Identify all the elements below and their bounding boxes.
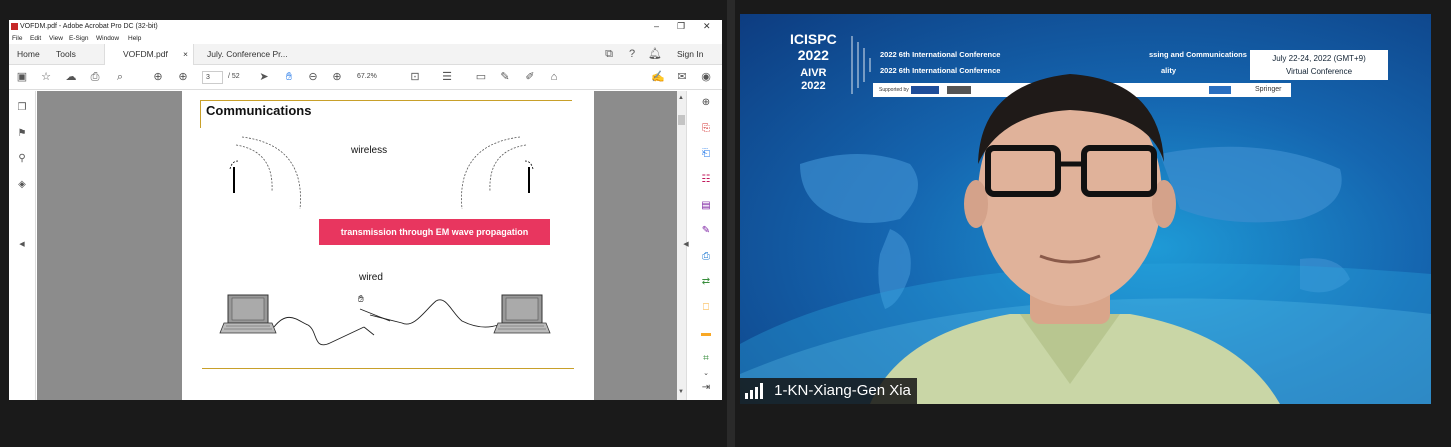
toolbar: ▣ ☆ ☁ ⎙ ⌕ ⊕ ⊕ 3 / 52 ➤ ✋︎ ⊖ ⊕ 67.2% ⊡ ☰ … bbox=[9, 65, 722, 90]
fill-sign-tool-icon[interactable]: ✎ bbox=[699, 224, 713, 238]
acrobat-window: VOFDM.pdf - Adobe Acrobat Pro DC (32-bit… bbox=[9, 20, 722, 400]
print-icon[interactable]: ⎙ bbox=[87, 69, 103, 85]
slide-title-rule bbox=[200, 100, 201, 128]
more-tools-icon[interactable]: ⌄ bbox=[699, 367, 713, 381]
page-total: / 52 bbox=[228, 73, 240, 80]
highlight-pen-icon[interactable]: ✎ bbox=[497, 69, 513, 85]
logo-aivr: AIVR bbox=[800, 67, 827, 80]
edit-pdf-icon[interactable]: ▤ bbox=[699, 199, 713, 213]
expand-pane-icon[interactable]: ⇥ bbox=[699, 381, 713, 395]
restore-icon[interactable]: ❐ bbox=[677, 21, 685, 32]
slide-title: Communications bbox=[206, 103, 312, 118]
email-icon[interactable]: ✉ bbox=[674, 69, 690, 85]
video-tile: ICISPC 2022 AIVR 2022 2022 6th Internati… bbox=[740, 14, 1431, 404]
zoom-out-icon[interactable]: ⊖ bbox=[305, 69, 321, 85]
hand-tool-icon[interactable]: ✋︎ bbox=[281, 69, 297, 85]
em-wave-banner: transmission through EM wave propagation bbox=[319, 219, 550, 245]
menu-view[interactable]: View bbox=[49, 35, 63, 42]
collapse-right-icon[interactable]: ◀ bbox=[679, 238, 693, 252]
wireless-label: wireless bbox=[351, 145, 388, 156]
pdf-page: Communications wireless transmission thr… bbox=[182, 91, 594, 400]
upload-cloud-icon[interactable]: ☁ bbox=[63, 69, 79, 85]
collapse-left-icon[interactable]: ◀ bbox=[15, 238, 29, 252]
tab-vofdm[interactable]: VOFDM.pdf × bbox=[104, 44, 194, 65]
protect-icon[interactable]: ⎕ bbox=[699, 301, 713, 315]
tools-pane: ◀ ⊕ ⎘ ⎗ ☷ ▤ ✎ ⎙ ⇄ ⎕ ▬ ⌗ ⌄ ⇥ bbox=[683, 91, 722, 400]
left-laptop-icon bbox=[219, 294, 277, 334]
sign-in-button[interactable]: Sign In bbox=[677, 44, 703, 65]
create-pdf-icon[interactable]: ⎗ bbox=[699, 147, 713, 161]
send-sign-icon[interactable]: ⎙ bbox=[699, 250, 713, 264]
scroll-mode-icon[interactable]: ☰ bbox=[439, 69, 455, 85]
wired-diagram bbox=[219, 294, 551, 346]
organize-pages-icon[interactable]: ☷ bbox=[699, 173, 713, 187]
page-fit-icon[interactable]: ⊡ bbox=[407, 69, 423, 85]
document-area[interactable]: Communications wireless transmission thr… bbox=[37, 91, 677, 400]
page-thumbnails-icon[interactable]: ❐ bbox=[15, 101, 29, 115]
zoom-level-dropdown[interactable]: 67.2% bbox=[354, 71, 394, 84]
attachments-icon[interactable]: ⚲ bbox=[15, 152, 29, 166]
search-icon[interactable]: ⌕ bbox=[112, 69, 128, 85]
next-page-icon[interactable]: ⊕ bbox=[175, 69, 191, 85]
right-antenna-icon bbox=[461, 136, 534, 210]
scroll-up-icon[interactable]: ▲ bbox=[678, 95, 684, 101]
bookmarks-icon[interactable]: ⚑ bbox=[15, 127, 29, 141]
tab-tools[interactable]: Tools bbox=[56, 44, 76, 65]
acrobat-logo-icon bbox=[11, 23, 18, 30]
stamp-icon[interactable]: ⌂ bbox=[546, 69, 562, 85]
zoom-in-icon[interactable]: ⊕ bbox=[329, 69, 345, 85]
share-screen-icon[interactable]: ⧉ bbox=[601, 46, 617, 62]
menu-window[interactable]: Window bbox=[96, 35, 119, 42]
tab-vofdm-label: VOFDM.pdf bbox=[123, 49, 168, 59]
bookmark-star-icon[interactable]: ☆ bbox=[38, 69, 54, 85]
tab-close-icon[interactable]: × bbox=[183, 44, 188, 65]
select-cursor-icon[interactable]: ➤ bbox=[256, 69, 272, 85]
draw-icon[interactable]: ✐ bbox=[522, 69, 538, 85]
signal-strength-icon bbox=[745, 383, 763, 400]
left-navigation-rail: ❐ ⚑ ⚲ ◈ ◀ bbox=[9, 91, 36, 400]
close-icon[interactable]: ✕ bbox=[703, 21, 711, 32]
logo-year-2: 2022 bbox=[801, 79, 826, 92]
title-bar: VOFDM.pdf - Adobe Acrobat Pro DC (32-bit… bbox=[9, 20, 722, 34]
tab-home[interactable]: Home bbox=[17, 44, 40, 65]
layers-icon[interactable]: ◈ bbox=[15, 178, 29, 192]
wired-label: wired bbox=[359, 272, 383, 283]
tab-bar: Home Tools VOFDM.pdf × July. Conference … bbox=[9, 44, 722, 65]
scroll-down-icon[interactable]: ▼ bbox=[678, 389, 684, 395]
split-divider[interactable] bbox=[727, 0, 735, 447]
zoom-tool-icon[interactable]: ⊕ bbox=[699, 96, 713, 110]
comment-icon[interactable]: ▭ bbox=[473, 69, 489, 85]
conference-logo: ICISPC 2022 AIVR 2022 bbox=[790, 31, 837, 92]
compare-files-icon[interactable]: ⇄ bbox=[699, 275, 713, 289]
left-antenna-icon bbox=[229, 136, 301, 210]
slide-bottom-rule bbox=[202, 368, 574, 369]
menu-file[interactable]: File bbox=[12, 35, 22, 42]
menu-esign[interactable]: E-Sign bbox=[69, 35, 89, 42]
logo-icispc: ICISPC bbox=[790, 31, 837, 47]
window-title: VOFDM.pdf - Adobe Acrobat Pro DC (32-bit… bbox=[20, 23, 158, 30]
account-icon[interactable]: ◉ bbox=[698, 69, 714, 85]
minimize-icon[interactable]: – bbox=[654, 21, 659, 31]
page-number-input[interactable]: 3 bbox=[202, 71, 223, 84]
menu-bar: File Edit View E-Sign Window Help bbox=[9, 34, 722, 44]
comment-tool-icon[interactable]: ▬ bbox=[699, 327, 713, 341]
scroll-thumb[interactable] bbox=[678, 115, 685, 125]
export-pdf-icon[interactable]: ⎘ bbox=[699, 122, 713, 136]
slide-top-rule bbox=[200, 100, 572, 101]
previous-page-icon[interactable]: ⊕ bbox=[150, 69, 166, 85]
logo-year-1: 2022 bbox=[797, 47, 829, 64]
menu-edit[interactable]: Edit bbox=[30, 35, 41, 42]
fill-sign-icon[interactable]: ✍ bbox=[650, 69, 666, 85]
help-icon[interactable]: ? bbox=[624, 46, 640, 62]
menu-help[interactable]: Help bbox=[128, 35, 141, 42]
participant-name: 1-KN-Xiang-Gen Xia bbox=[774, 382, 911, 399]
right-laptop-icon bbox=[493, 294, 551, 334]
save-icon[interactable]: ▣ bbox=[14, 69, 30, 85]
scan-ocr-icon[interactable]: ⌗ bbox=[699, 352, 713, 366]
speaker-figure bbox=[870, 74, 1280, 404]
tab-conference[interactable]: July. Conference Pr... bbox=[207, 44, 288, 65]
participant-name-bar: 1-KN-Xiang-Gen Xia bbox=[740, 378, 917, 404]
notification-bell-icon[interactable]: 🔔︎ bbox=[647, 46, 663, 62]
